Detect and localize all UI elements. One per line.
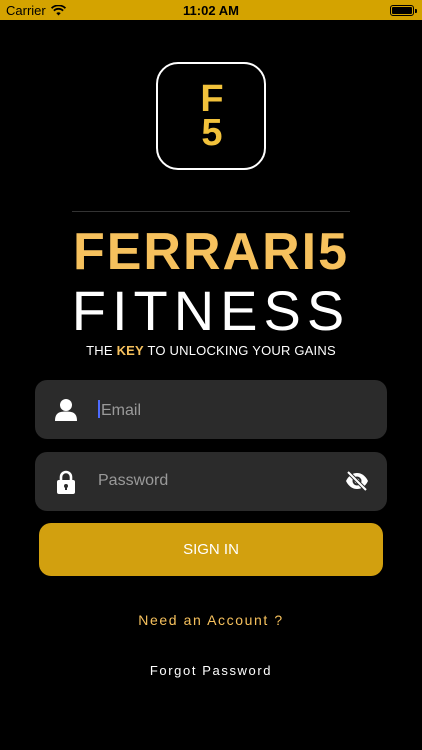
password-field[interactable]: Password bbox=[35, 452, 387, 511]
tagline-after: TO UNLOCKING YOUR GAINS bbox=[143, 343, 336, 358]
logo-digit-5: 5 bbox=[201, 112, 223, 154]
tagline: THE KEY TO UNLOCKING YOUR GAINS bbox=[0, 343, 422, 358]
status-bar: Carrier 11:02 AM bbox=[0, 0, 422, 20]
app-logo: F 5 bbox=[156, 62, 266, 170]
tagline-key: KEY bbox=[116, 343, 144, 358]
text-cursor bbox=[98, 400, 100, 418]
forgot-password-link[interactable]: Forgot Password bbox=[0, 663, 422, 678]
need-account-link[interactable]: Need an Account ? bbox=[0, 612, 422, 628]
logo-letter-f: F bbox=[200, 78, 224, 120]
person-icon bbox=[55, 399, 77, 421]
logo-mark: F 5 bbox=[194, 78, 230, 154]
email-placeholder: Email bbox=[101, 402, 142, 419]
lock-icon bbox=[57, 470, 75, 494]
status-time: 11:02 AM bbox=[183, 3, 239, 18]
sign-in-button[interactable]: SIGN IN bbox=[39, 523, 383, 576]
email-field[interactable]: Email bbox=[35, 380, 387, 439]
eye-slash-icon[interactable] bbox=[345, 470, 369, 492]
email-input[interactable]: Email bbox=[98, 400, 141, 420]
logo-divider bbox=[72, 211, 350, 212]
brand-subtitle: FITNESS bbox=[71, 279, 351, 342]
brand-title: FERRARI5 bbox=[72, 223, 350, 281]
tagline-before: THE bbox=[86, 343, 117, 358]
battery-icon bbox=[390, 5, 417, 16]
password-input[interactable]: Password bbox=[98, 472, 168, 490]
